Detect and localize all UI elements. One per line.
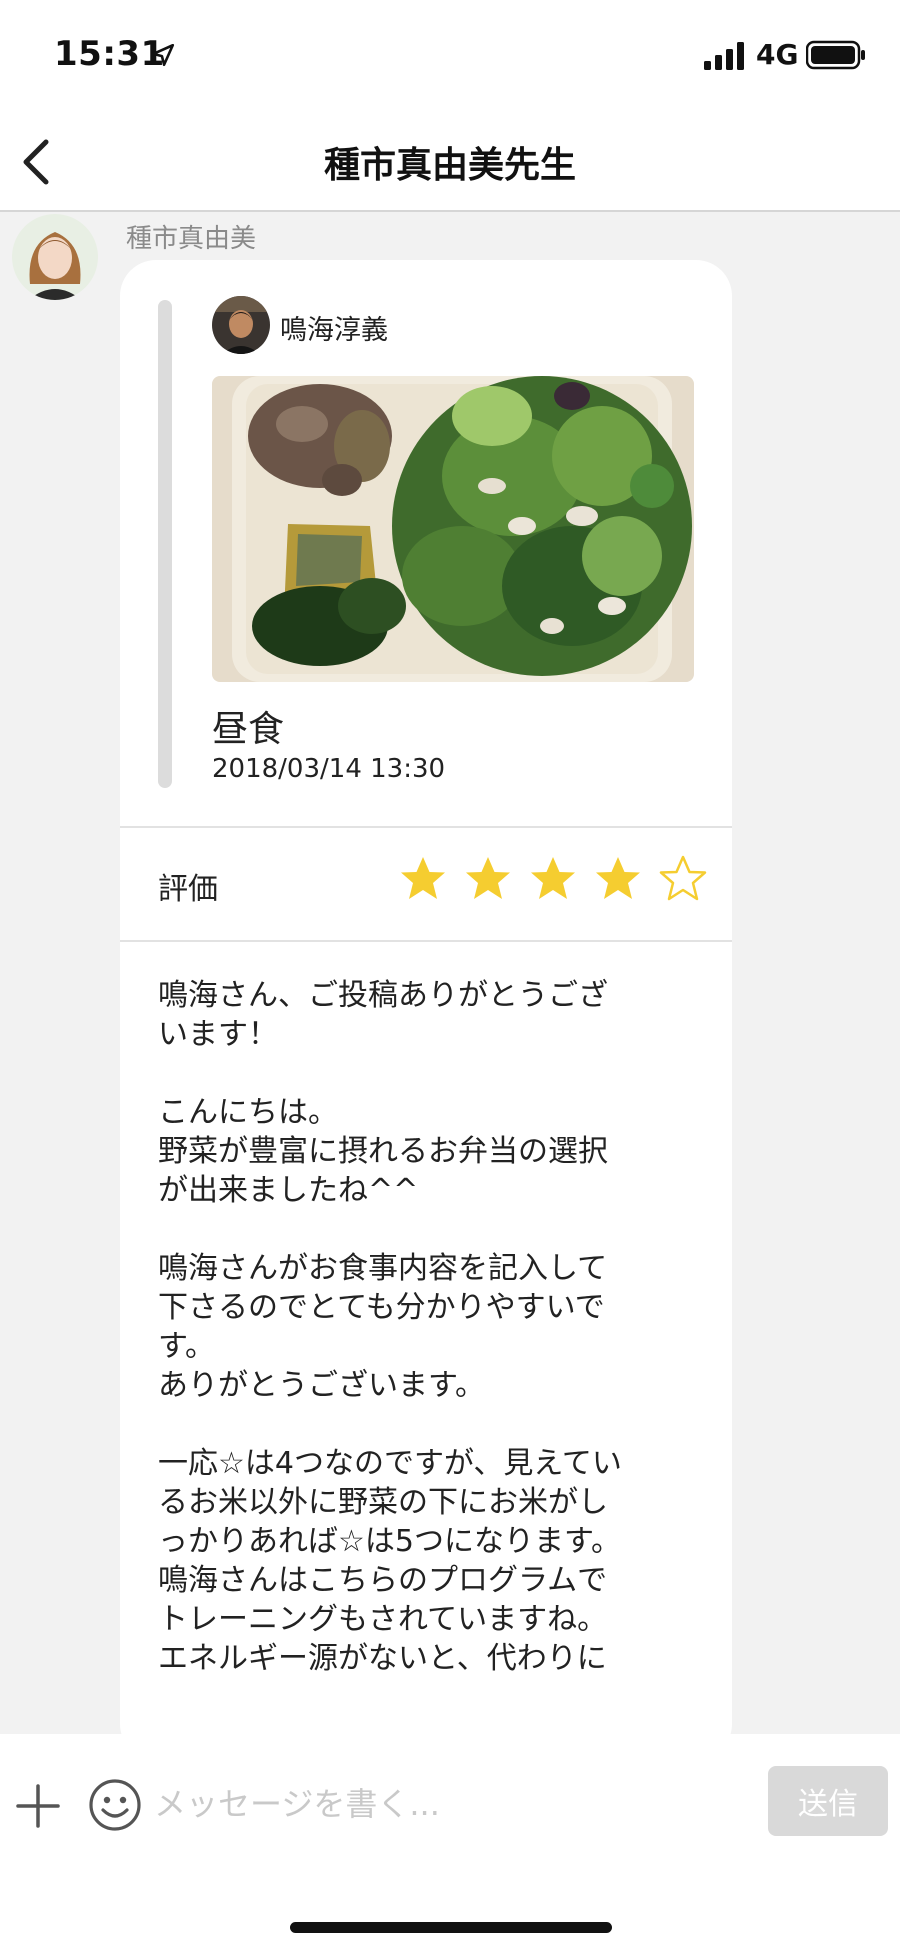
sender-avatar-image xyxy=(12,214,98,300)
meal-photo-image xyxy=(212,376,694,682)
star-empty-icon xyxy=(660,855,707,901)
message-input[interactable] xyxy=(154,1772,754,1836)
message-input-bar: 送信 xyxy=(0,1734,900,1949)
rating-label: 評価 xyxy=(158,872,218,907)
status-time: 15:31 xyxy=(54,34,165,74)
battery-icon xyxy=(806,40,865,70)
status-bar: 15:31 4G xyxy=(0,0,900,110)
quote-bar xyxy=(158,300,172,788)
comment-text: 鳴海さん、ご投稿ありがとうござ います！ こんにちは。 野菜が豊富に摂れるお弁当… xyxy=(158,978,622,1676)
star-filled-icon xyxy=(531,857,576,899)
divider xyxy=(120,940,732,942)
sender-name: 種市真由美 xyxy=(126,224,257,254)
message-bubble[interactable]: 鳴海淳義 昼食 2018/03/14 13:30 評価 鳴海さん、ご投稿ありがと… xyxy=(120,260,732,1734)
star-filled-icon xyxy=(401,857,445,899)
chat-area[interactable]: 種市真由美 鳴海淳義 昼食 2018/03/14 13:30 評価 鳴海さん、ご… xyxy=(0,212,900,1734)
network-label: 4G xyxy=(756,38,799,71)
plus-icon[interactable] xyxy=(14,1782,62,1830)
meal-datetime: 2018/03/14 13:30 xyxy=(212,754,446,784)
sender-avatar[interactable] xyxy=(12,214,98,300)
poster-avatar[interactable] xyxy=(212,296,270,354)
page-title: 種市真由美先生 xyxy=(323,145,576,186)
star-filled-icon xyxy=(596,857,641,899)
signal-bars-icon xyxy=(704,42,744,70)
meal-photo[interactable] xyxy=(212,376,694,682)
star-rating xyxy=(398,854,718,910)
divider xyxy=(120,826,732,828)
poster-avatar-image xyxy=(212,296,270,354)
meal-title: 昼食 xyxy=(212,709,285,750)
navigation-bar: 種市真由美先生 xyxy=(0,110,900,212)
send-button[interactable]: 送信 xyxy=(768,1766,888,1836)
location-arrow-icon xyxy=(151,43,175,67)
home-indicator[interactable] xyxy=(290,1922,612,1933)
poster-name: 鳴海淳義 xyxy=(280,315,388,346)
emoji-icon[interactable] xyxy=(88,1778,142,1832)
star-filled-icon xyxy=(466,857,511,899)
